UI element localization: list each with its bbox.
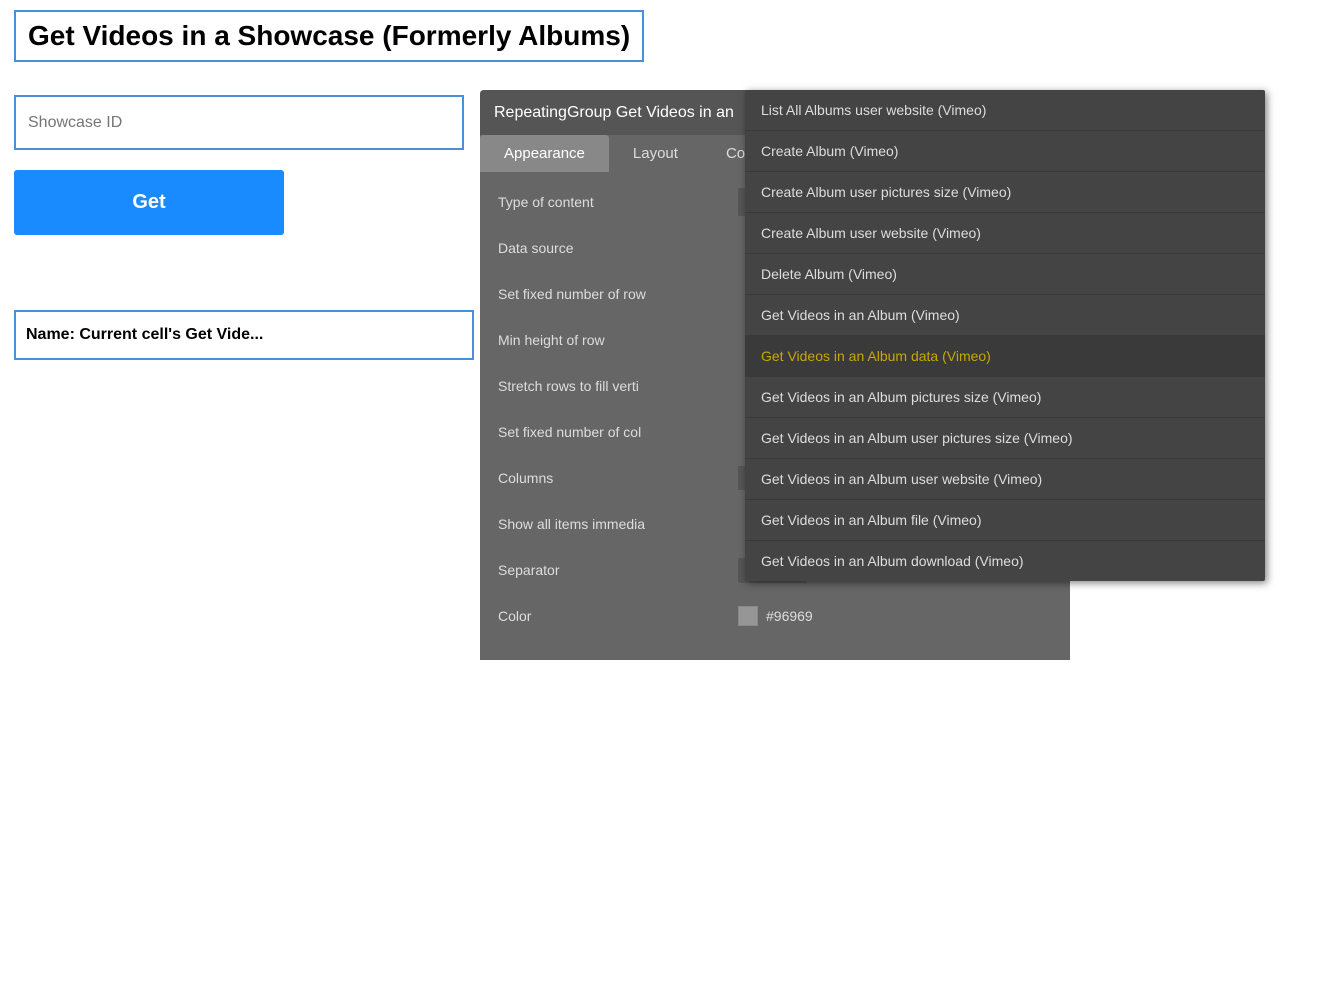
- columns-label: Columns: [498, 470, 738, 486]
- dropdown-item-8[interactable]: Get Videos in an Album user pictures siz…: [745, 418, 1265, 459]
- dropdown-item-9[interactable]: Get Videos in an Album user website (Vim…: [745, 459, 1265, 500]
- type-dropdown-list[interactable]: List All Albums user website (Vimeo) Cre…: [745, 90, 1265, 581]
- min-height-label: Min height of row: [498, 332, 738, 348]
- tab-layout[interactable]: Layout: [609, 135, 702, 172]
- show-all-label: Show all items immedia: [498, 516, 738, 532]
- color-swatch[interactable]: [738, 606, 758, 626]
- dropdown-item-3[interactable]: Create Album user website (Vimeo): [745, 213, 1265, 254]
- set-fixed-rows-label: Set fixed number of row: [498, 286, 738, 302]
- get-button[interactable]: Get: [14, 170, 284, 235]
- data-source-label: Data source: [498, 240, 738, 256]
- content-row: Name: Current cell's Get Vide...: [14, 310, 474, 360]
- color-row: Color #96969: [498, 600, 1052, 632]
- color-value[interactable]: #96969: [738, 606, 1052, 626]
- dropdown-item-0[interactable]: List All Albums user website (Vimeo): [745, 90, 1265, 131]
- type-of-content-label: Type of content: [498, 194, 738, 210]
- page-title: Get Videos in a Showcase (Formerly Album…: [14, 10, 644, 62]
- dropdown-item-4[interactable]: Delete Album (Vimeo): [745, 254, 1265, 295]
- dropdown-item-11[interactable]: Get Videos in an Album download (Vimeo): [745, 541, 1265, 581]
- dropdown-item-7[interactable]: Get Videos in an Album pictures size (Vi…: [745, 377, 1265, 418]
- tab-appearance[interactable]: Appearance: [480, 135, 609, 172]
- dropdown-item-5[interactable]: Get Videos in an Album (Vimeo): [745, 295, 1265, 336]
- content-row-label: Name: Current cell's Get Vide...: [26, 326, 263, 344]
- dropdown-item-10[interactable]: Get Videos in an Album file (Vimeo): [745, 500, 1265, 541]
- dropdown-item-2[interactable]: Create Album user pictures size (Vimeo): [745, 172, 1265, 213]
- showcase-id-input[interactable]: [14, 95, 464, 150]
- set-fixed-cols-label: Set fixed number of col: [498, 424, 738, 440]
- color-label: Color: [498, 608, 738, 624]
- dropdown-item-1[interactable]: Create Album (Vimeo): [745, 131, 1265, 172]
- separator-label: Separator: [498, 562, 738, 578]
- dropdown-item-6[interactable]: Get Videos in an Album data (Vimeo): [745, 336, 1265, 377]
- stretch-rows-label: Stretch rows to fill verti: [498, 378, 738, 394]
- color-hex: #96969: [766, 608, 813, 624]
- page-canvas: Get Videos in a Showcase (Formerly Album…: [0, 0, 1318, 986]
